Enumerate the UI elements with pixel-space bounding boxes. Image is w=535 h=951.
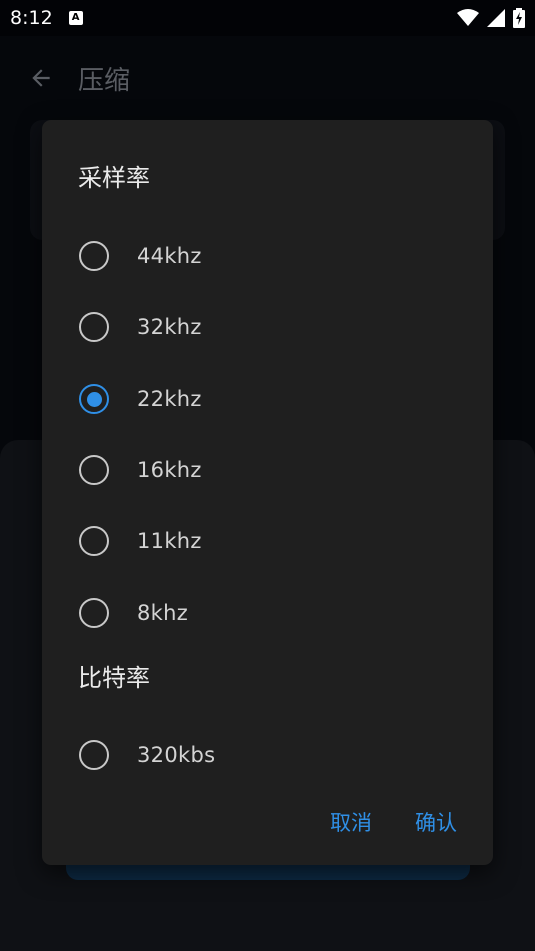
wifi-icon [457, 9, 479, 26]
app-bar: 压缩 [0, 36, 535, 120]
sample-rate-option-11khz[interactable]: 11khz [42, 511, 493, 571]
radio-button[interactable] [79, 740, 109, 770]
option-label: 320kbs [137, 743, 216, 767]
sample-rate-option-16khz[interactable]: 16khz [42, 440, 493, 500]
arrow-back-icon[interactable] [28, 65, 54, 91]
radio-button-selected[interactable] [79, 384, 109, 414]
option-label: 11khz [137, 529, 202, 553]
radio-button[interactable] [79, 598, 109, 628]
option-label: 32khz [137, 315, 202, 339]
radio-button[interactable] [79, 455, 109, 485]
page-title: 压缩 [78, 65, 131, 96]
bitrate-title: 比特率 [78, 664, 150, 692]
option-label: 22khz [137, 387, 202, 411]
cancel-button[interactable]: 取消 [330, 807, 372, 837]
option-label: 16khz [137, 458, 202, 482]
dialog-actions: 取消 确认 [330, 807, 457, 837]
bitrate-option-320kbs[interactable]: 320kbs [42, 725, 493, 785]
radio-button[interactable] [79, 312, 109, 342]
sample-rate-title: 采样率 [78, 164, 150, 192]
sample-rate-option-32khz[interactable]: 32khz [42, 297, 493, 357]
status-icons [457, 8, 525, 28]
sample-rate-option-44khz[interactable]: 44khz [42, 226, 493, 286]
notification-icon: A [68, 11, 83, 25]
sample-rate-option-8khz[interactable]: 8khz [42, 583, 493, 643]
battery-charging-icon [513, 8, 525, 28]
option-label: 44khz [137, 244, 202, 268]
status-time: 8:12 [10, 7, 53, 29]
status-bar: 8:12 A [0, 0, 535, 36]
sample-rate-option-22khz[interactable]: 22khz [42, 369, 493, 429]
confirm-button[interactable]: 确认 [415, 807, 457, 837]
signal-icon [487, 9, 505, 27]
audio-settings-dialog: 采样率 44khz 32khz 22khz 16khz 11khz 8khz 比… [42, 120, 493, 865]
radio-button[interactable] [79, 526, 109, 556]
option-label: 8khz [137, 601, 189, 625]
radio-button[interactable] [79, 241, 109, 271]
